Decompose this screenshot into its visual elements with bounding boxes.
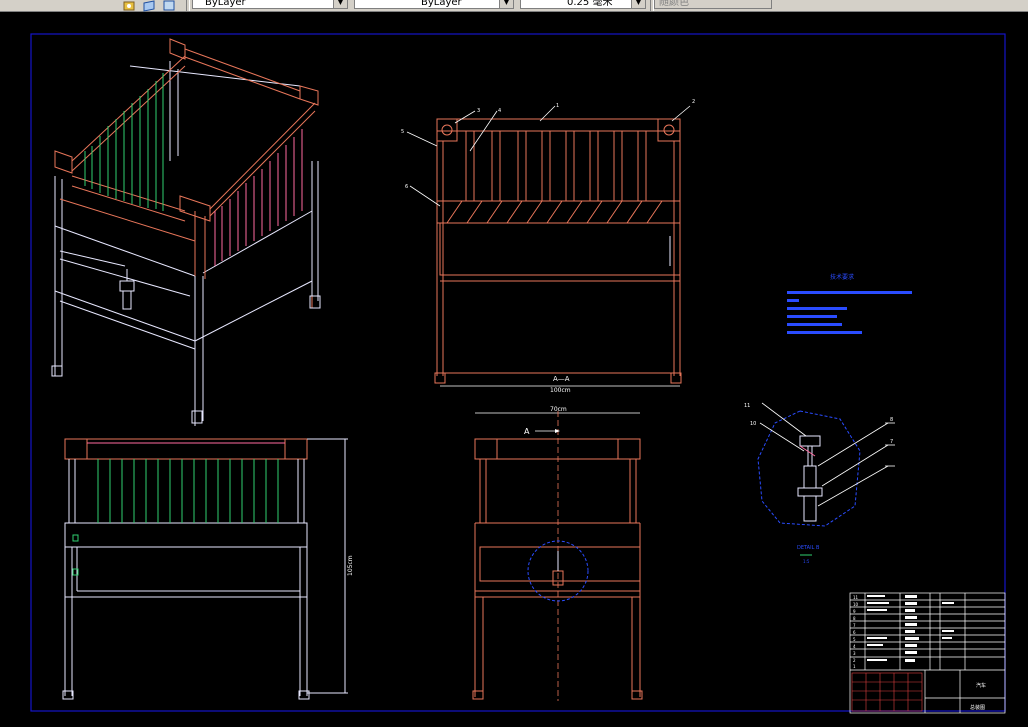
linetype-dropdown[interactable]: ByLayer ▼ (354, 0, 514, 9)
callout-5: 5 (401, 129, 404, 135)
layer-dropdown[interactable]: ByLayer ▼ (192, 0, 348, 9)
layer-manager-icon[interactable] (162, 0, 176, 11)
linetype-dropdown-value: ByLayer (421, 0, 462, 8)
title-block-text-blocks (867, 595, 954, 662)
title-block-row-4: 8 (853, 616, 856, 621)
title-block-row-11: 1 (853, 664, 856, 669)
chevron-down-icon[interactable]: ▼ (499, 0, 513, 8)
section-label: A—A (553, 375, 570, 383)
title-block-row-7: 5 (853, 637, 856, 642)
technical-notes: 技术要求 (787, 273, 912, 334)
detail-scale: 1:5 (803, 559, 810, 564)
chevron-down-icon[interactable]: ▼ (631, 0, 645, 8)
callout-10: 10 (750, 421, 756, 427)
callout-2: 2 (692, 99, 695, 105)
title-block-row-10: 2 (853, 658, 856, 663)
callout-4: 4 (498, 108, 501, 114)
title-block-row-8: 4 (853, 644, 856, 649)
title-block-row-6: 6 (853, 630, 856, 635)
notes-title: 技术要求 (830, 273, 854, 281)
callout-8: 8 (890, 417, 893, 423)
chevron-down-icon[interactable]: ▼ (333, 0, 347, 8)
lineweight-dropdown[interactable]: 0.25 毫米 ▼ (520, 0, 646, 9)
drawing-canvas[interactable]: A—A 100cm 1 2 3 4 5 6 技术要求 105cm 70cm A … (0, 11, 1028, 727)
callout-3: 3 (477, 108, 480, 114)
title-block-row-9: 3 (853, 651, 856, 656)
layer-previous-icon[interactable] (142, 0, 156, 12)
section-dim: 100cm (550, 387, 571, 394)
front-view (472, 411, 643, 701)
title-block-red-grid (851, 672, 923, 712)
title-block-company: 总装图 (970, 704, 985, 711)
layer-state-icon[interactable] (122, 0, 136, 11)
detail-view (757, 402, 895, 556)
plot-style-dropdown[interactable]: 随颜色 (654, 0, 772, 9)
detail-label: DETAIL B (797, 545, 820, 551)
title-block-row-5: 7 (853, 623, 856, 628)
front-view-dim: 70cm (550, 406, 567, 413)
toolbar-separator (186, 0, 190, 11)
title-block-row-3: 9 (853, 609, 856, 614)
layer-dropdown-value: ByLayer (205, 0, 246, 8)
callout-11: 11 (744, 403, 750, 409)
plot-style-dropdown-value: 随颜色 (659, 0, 689, 8)
side-view-dim: 105cm (347, 555, 354, 576)
side-view (62, 438, 348, 700)
title-block-sheet: 汽车 (976, 682, 986, 689)
isometric-view (51, 38, 321, 426)
section-view (406, 105, 691, 387)
lineweight-dropdown-value: 0.25 毫米 (567, 0, 613, 8)
title-block-row-1: 11 (853, 595, 859, 600)
callout-7: 7 (890, 439, 893, 445)
front-view-marker: A (524, 427, 530, 436)
callout-1: 1 (556, 103, 559, 109)
callout-6: 6 (405, 184, 408, 190)
title-block-row-2: 10 (853, 602, 859, 607)
